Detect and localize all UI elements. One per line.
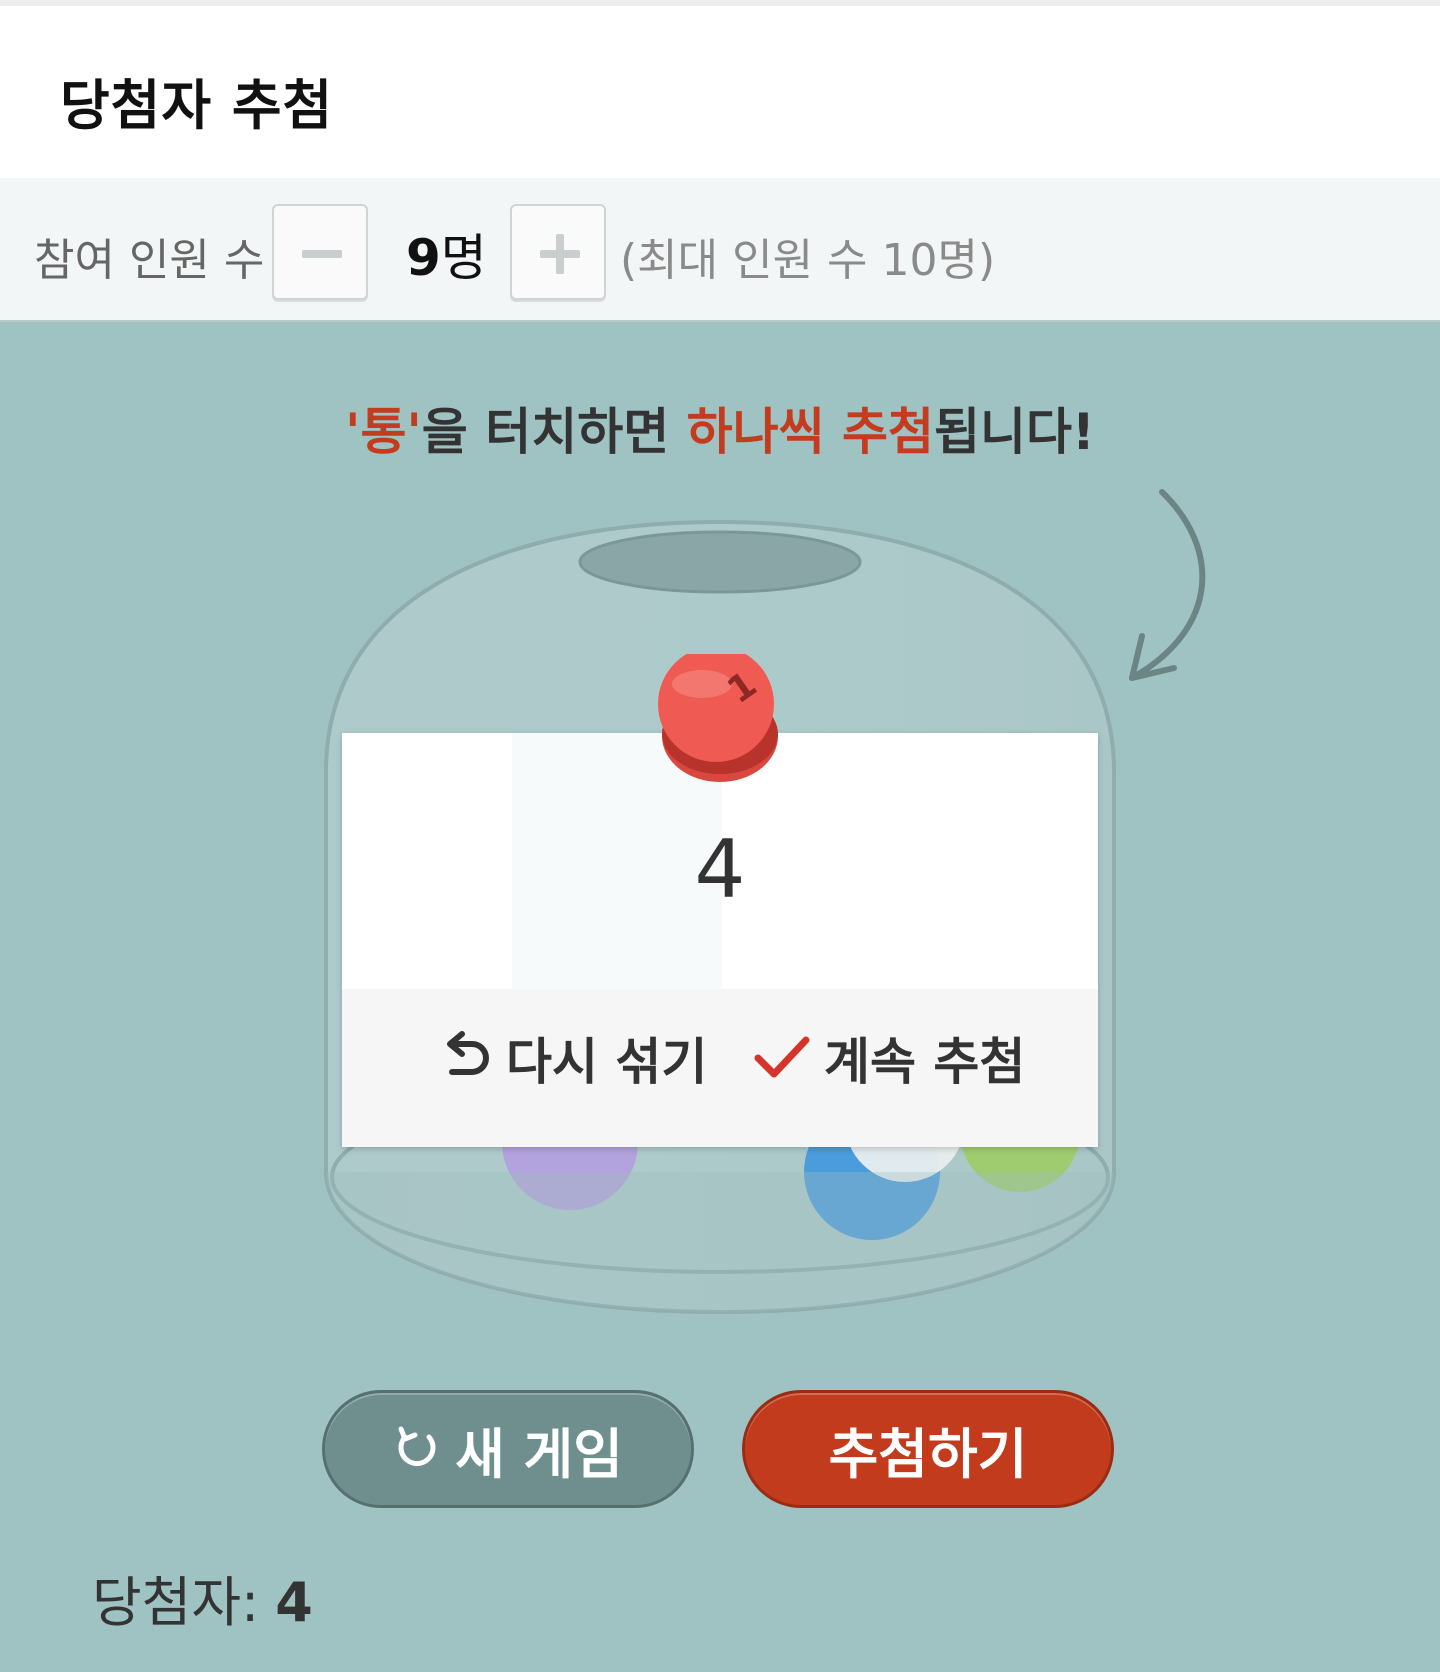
app-header: 당첨자 추첨 <box>0 6 1440 178</box>
continue-draw-label: 계속 추첨 <box>824 1033 1026 1091</box>
winner-value: 4 <box>275 1571 313 1634</box>
decrease-button[interactable] <box>272 204 368 300</box>
winner-label: 당첨자: <box>92 1571 260 1634</box>
participant-count-unit: 명 <box>440 229 487 287</box>
check-icon <box>754 1036 810 1078</box>
participant-count-value: 9 <box>406 229 441 287</box>
instruction-text: '통'을 터치하면 하나씩 추첨됩니다! <box>0 392 1440 464</box>
draw-button[interactable]: 추첨하기 <box>742 1390 1114 1508</box>
curved-arrow-icon <box>1129 489 1206 681</box>
drawn-number: 4 <box>694 823 746 916</box>
participant-count-label: 참여 인원 수 <box>34 235 265 286</box>
instruction-text-4: 됩니다! <box>934 403 1095 461</box>
draw-result-dialog: 4 다시 섞기 계속 추첨 <box>342 733 1098 1147</box>
reshuffle-label: 다시 섞기 <box>506 1033 708 1091</box>
winner-display: 당첨자: 4 <box>92 1558 313 1637</box>
participant-count: 9명 <box>406 218 487 290</box>
participant-controls: 참여 인원 수 9명 (최대 인원 수 10명) <box>0 178 1440 322</box>
reshuffle-button[interactable]: 다시 섞기 <box>438 1013 707 1103</box>
page-title: 당첨자 추첨 <box>60 74 334 137</box>
undo-arrow-icon <box>447 1031 489 1075</box>
instruction-highlight-jar: '통' <box>345 403 422 461</box>
refresh-icon <box>398 1426 436 1467</box>
minus-icon <box>302 250 342 258</box>
increase-button[interactable] <box>510 204 606 300</box>
new-game-label: 새 게임 <box>455 1422 623 1486</box>
instruction-text-2: 을 터치하면 <box>421 403 687 461</box>
max-participants-info: (최대 인원 수 10명) <box>620 235 996 286</box>
new-game-button[interactable]: 새 게임 <box>322 1390 694 1508</box>
instruction-highlight-draw: 하나씩 추첨 <box>686 403 935 461</box>
drawn-ball: 1 <box>658 654 778 782</box>
continue-draw-button[interactable]: 계속 추첨 <box>752 1013 1025 1103</box>
draw-label: 추첨하기 <box>828 1422 1028 1486</box>
